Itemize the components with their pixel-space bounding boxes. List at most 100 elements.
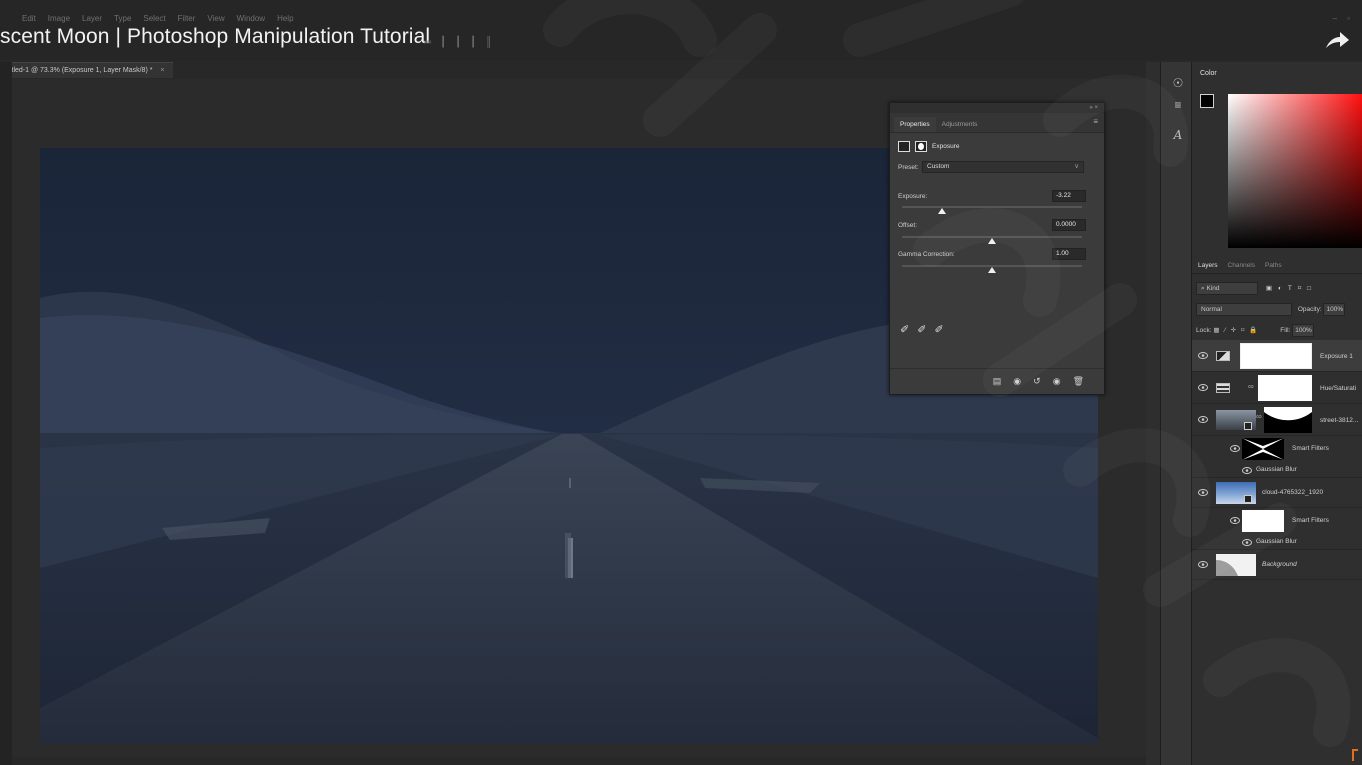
fill-field[interactable]: 100%: [1292, 324, 1315, 337]
white-point-eyedropper-icon[interactable]: ✐: [934, 323, 943, 336]
smart-filter-mask-thumbnail[interactable]: [1242, 510, 1284, 532]
hue-saturation-adjustment-icon: [1216, 383, 1230, 393]
gray-point-eyedropper-icon[interactable]: ✐: [917, 323, 926, 336]
layers-panel-tabs: Layers Channels Paths: [1192, 258, 1362, 274]
tab-paths[interactable]: Paths: [1265, 258, 1282, 273]
preset-label: Preset:: [898, 164, 919, 171]
filter-kind-label: Kind: [1206, 285, 1220, 292]
exposure-slider[interactable]: [902, 206, 1082, 208]
link-icon[interactable]: ∞: [1256, 412, 1262, 421]
close-icon[interactable]: ×: [160, 67, 164, 74]
left-edge: [0, 62, 12, 765]
smart-filters-row[interactable]: Smart Filters: [1192, 436, 1362, 462]
visibility-eye-icon[interactable]: [1230, 445, 1240, 452]
character-icon[interactable]: A: [1170, 128, 1186, 142]
layer-row-street[interactable]: ∞ street-3812...: [1192, 404, 1362, 436]
filter-row-gaussian-blur[interactable]: Gaussian Blur: [1192, 534, 1362, 550]
blend-row: Normal Opacity: 100%: [1192, 303, 1362, 316]
layer-name[interactable]: Gaussian Blur: [1256, 466, 1297, 473]
right-panel-dock: Color Layers Channels Paths ⌕ Kind ▣◐T⌑□…: [1192, 62, 1362, 765]
properties-footer: ▤ ◉ ↺ ◉ 🗑: [890, 368, 1104, 394]
smart-object-icon: [1244, 495, 1252, 503]
layer-mask-thumbnail[interactable]: [1258, 375, 1312, 401]
visibility-eye-icon[interactable]: [1230, 517, 1240, 524]
share-icon[interactable]: [1324, 30, 1350, 52]
auto-align-icon[interactable]: ║: [485, 37, 492, 48]
link-icon[interactable]: ∞: [1248, 382, 1254, 391]
smart-filters-row[interactable]: Smart Filters: [1192, 508, 1362, 534]
layer-name[interactable]: Smart Filters: [1292, 445, 1329, 452]
gamma-value-field[interactable]: 1.00: [1052, 248, 1086, 260]
exposure-value-field[interactable]: -3.22: [1052, 190, 1086, 202]
layer-mask-icon[interactable]: [915, 141, 927, 152]
visibility-eye-icon[interactable]: [1242, 467, 1252, 474]
exposure-slider-thumb[interactable]: [937, 208, 946, 214]
opacity-field[interactable]: 100%: [1323, 303, 1346, 316]
layer-name[interactable]: Smart Filters: [1292, 517, 1329, 524]
layer-kind-filter[interactable]: ⌕ Kind: [1196, 282, 1258, 295]
libraries-icon[interactable]: ☉: [1170, 76, 1186, 90]
preset-dropdown[interactable]: Custom ∨: [922, 161, 1084, 173]
gamma-slider-thumb[interactable]: [988, 267, 996, 273]
color-panel-title[interactable]: Color: [1192, 70, 1217, 84]
lock-row: Lock: ▦∕✛⌑🔒 Fill: 100%: [1192, 324, 1362, 337]
tab-layers[interactable]: Layers: [1198, 258, 1218, 273]
layer-row-cloud[interactable]: cloud-4765322_1920: [1192, 478, 1362, 508]
document-tab[interactable]: titled-1 @ 73.3% (Exposure 1, Layer Mask…: [0, 62, 173, 78]
foreground-background-swatches[interactable]: [1200, 94, 1222, 116]
visibility-icon[interactable]: ◉: [1053, 376, 1061, 387]
visibility-eye-icon[interactable]: [1198, 489, 1208, 496]
visibility-eye-icon[interactable]: [1198, 416, 1208, 423]
tab-adjustments[interactable]: Adjustments: [936, 117, 984, 132]
panel-collapse-bar[interactable]: » ×: [890, 103, 1104, 113]
panel-menu-icon[interactable]: ≡: [1093, 117, 1098, 126]
align-options: ═ ┃ ┃ ┃ ║: [424, 37, 492, 48]
layer-filter-icons[interactable]: ▣◐T⌑□: [1266, 285, 1317, 292]
layer-row-exposure[interactable]: ∞ Exposure 1: [1192, 340, 1362, 372]
smart-filter-mask-thumbnail[interactable]: [1242, 438, 1284, 460]
layer-mask-thumbnail[interactable]: [1264, 407, 1312, 433]
top-bar: Edit Image Layer Type Select Filter View…: [0, 0, 1362, 60]
visibility-eye-icon[interactable]: [1242, 539, 1252, 546]
color-picker-field[interactable]: [1228, 94, 1362, 248]
preset-value: Custom: [927, 163, 950, 170]
clip-to-layer-icon[interactable]: ▤: [993, 376, 1002, 387]
layer-name[interactable]: Background: [1262, 561, 1297, 568]
align-bottom-icon[interactable]: ═: [424, 37, 431, 48]
distribute-left-icon[interactable]: ┃: [440, 37, 446, 48]
distribute-right-icon[interactable]: ┃: [470, 37, 476, 48]
background-layer-thumbnail[interactable]: [1216, 554, 1256, 576]
filter-row-gaussian-blur[interactable]: Gaussian Blur: [1192, 462, 1362, 478]
view-previous-state-icon[interactable]: ◉: [1013, 376, 1021, 387]
offset-slider-thumb[interactable]: [988, 238, 996, 244]
trash-icon[interactable]: 🗑: [1073, 376, 1084, 387]
offset-value-field[interactable]: 0.0000: [1052, 219, 1086, 231]
collapsed-panels-strip: ☉ ≡ A: [1160, 62, 1192, 765]
adjustments-sliders-icon[interactable]: ≡: [1170, 98, 1186, 112]
chevron-down-icon: ∨: [1074, 163, 1079, 170]
foreground-color-swatch[interactable]: [1200, 94, 1214, 108]
layer-name[interactable]: Hue/Saturati: [1320, 385, 1356, 392]
exposure-adjustment-icon[interactable]: [898, 141, 910, 152]
lock-icons[interactable]: ▦∕✛⌑🔒: [1213, 327, 1262, 334]
exposure-header: Exposure: [898, 141, 959, 152]
distribute-center-icon[interactable]: ┃: [455, 37, 461, 48]
layer-name[interactable]: cloud-4765322_1920: [1262, 489, 1323, 496]
layer-name[interactable]: Gaussian Blur: [1256, 538, 1297, 545]
tab-channels[interactable]: Channels: [1228, 258, 1255, 273]
layer-name[interactable]: Exposure 1: [1320, 353, 1353, 360]
layer-row-background[interactable]: Background: [1192, 550, 1362, 580]
properties-panel: » × Properties Adjustments ≡ Exposure Pr…: [889, 102, 1105, 395]
tab-properties[interactable]: Properties: [894, 117, 936, 132]
layer-name[interactable]: street-3812...: [1320, 417, 1358, 424]
layer-mask-thumbnail[interactable]: [1240, 343, 1312, 369]
layer-row-hue-saturation[interactable]: ∞ Hue/Saturati: [1192, 372, 1362, 404]
reset-icon[interactable]: ↺: [1033, 376, 1041, 387]
visibility-eye-icon[interactable]: [1198, 352, 1208, 359]
black-point-eyedropper-icon[interactable]: ✐: [900, 323, 909, 336]
window-controls[interactable]: – ▫: [1332, 14, 1354, 23]
exposure-label: Exposure:: [898, 193, 928, 200]
visibility-eye-icon[interactable]: [1198, 561, 1208, 568]
visibility-eye-icon[interactable]: [1198, 384, 1208, 391]
blend-mode-dropdown[interactable]: Normal: [1196, 303, 1292, 316]
